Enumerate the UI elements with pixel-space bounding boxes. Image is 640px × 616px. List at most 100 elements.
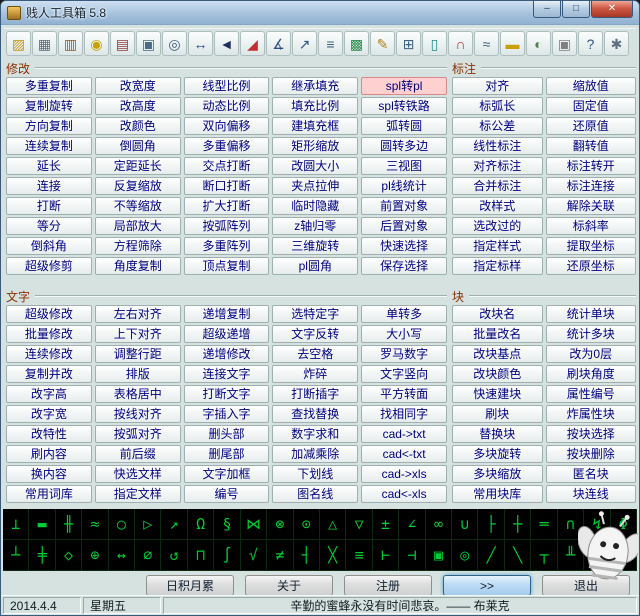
tool-button[interactable]: 改字高 <box>6 385 92 403</box>
tool-button[interactable]: 不等缩放 <box>94 197 181 215</box>
toolbar-button[interactable]: ▩ <box>344 31 369 56</box>
cad-symbol[interactable]: Φ <box>610 509 637 540</box>
tool-button[interactable]: 前后缀 <box>94 445 181 463</box>
cad-symbol[interactable]: ╲ <box>504 540 532 571</box>
tool-button[interactable]: 递增复制 <box>183 305 270 323</box>
tool-button[interactable]: 打断 <box>6 197 92 215</box>
tool-button[interactable]: 文字竖向 <box>361 365 447 383</box>
cad-symbol[interactable]: ∩ <box>557 509 585 540</box>
tool-button[interactable]: 改块名 <box>452 305 543 323</box>
tool-button[interactable]: 单转多 <box>361 305 447 323</box>
toolbar-button[interactable]: ▦ <box>32 31 57 56</box>
tool-button[interactable]: 填充比例 <box>272 97 359 115</box>
toolbar-button[interactable]: ▨ <box>6 31 31 56</box>
tool-button[interactable]: 批量修改 <box>6 325 92 343</box>
tool-button[interactable]: 反复缩放 <box>94 177 181 195</box>
toolbar-button[interactable]: ◄ <box>214 31 239 56</box>
tool-button[interactable]: 顶点复制 <box>183 257 270 275</box>
tool-button[interactable]: 罗马数字 <box>361 345 447 363</box>
tool-button[interactable]: 断口打断 <box>183 177 270 195</box>
toolbar-button[interactable]: ▣ <box>136 31 161 56</box>
tool-button[interactable]: 动态比例 <box>183 97 270 115</box>
toolbar-button[interactable]: ◎ <box>162 31 187 56</box>
cad-symbol[interactable]: ┼ <box>504 509 532 540</box>
tool-button[interactable]: 超级修改 <box>6 305 92 323</box>
tool-button[interactable]: 文字反转 <box>272 325 359 343</box>
cad-symbol[interactable]: ↗ <box>161 509 188 540</box>
close-button[interactable]: ✕ <box>591 1 633 18</box>
cad-symbol[interactable]: ═ <box>531 509 558 540</box>
toolbar-button[interactable]: ▥ <box>58 31 83 56</box>
tool-button[interactable]: 多重阵列 <box>183 237 270 255</box>
tool-button[interactable]: pl线统计 <box>361 177 447 195</box>
tool-button[interactable]: 矩形缩放 <box>272 137 359 155</box>
tool-button[interactable]: 改高度 <box>94 97 181 115</box>
tool-button[interactable]: 批量改名 <box>452 325 543 343</box>
tool-button[interactable]: 统计多块 <box>545 325 636 343</box>
register-button[interactable]: 注册 <box>344 575 432 596</box>
cad-symbol[interactable]: ┤ <box>293 540 320 571</box>
tool-button[interactable]: spl转pl <box>361 77 447 95</box>
tool-button[interactable]: 多重复制 <box>6 77 92 95</box>
cad-symbol[interactable]: ⊙ <box>293 509 320 540</box>
toolbar-button[interactable]: ✱ <box>604 31 629 56</box>
tool-button[interactable]: 匿名块 <box>545 465 636 483</box>
tool-button[interactable]: 炸属性块 <box>545 405 636 423</box>
tool-button[interactable]: 打断插字 <box>272 385 359 403</box>
tool-button[interactable]: 选特定字 <box>272 305 359 323</box>
toolbar-button[interactable]: ◢ <box>240 31 265 56</box>
tool-button[interactable]: 后置对象 <box>361 217 447 235</box>
cad-symbol[interactable]: ± <box>372 509 400 540</box>
tool-button[interactable]: 夹点拉伸 <box>272 177 359 195</box>
cad-symbol[interactable]: ╫ <box>55 509 83 540</box>
tool-button[interactable]: 平方转面 <box>361 385 447 403</box>
tool-button[interactable]: 建填充框 <box>272 117 359 135</box>
expand-button[interactable]: >> <box>443 575 531 596</box>
tool-button[interactable]: 查找替换 <box>272 405 359 423</box>
tool-button[interactable]: 按线对齐 <box>94 405 181 423</box>
tool-button[interactable]: 左右对齐 <box>94 305 181 323</box>
cad-symbol[interactable]: ω <box>584 540 611 571</box>
cad-symbol[interactable]: ≡ <box>346 540 373 571</box>
tool-button[interactable]: 对齐 <box>452 77 543 95</box>
cad-symbol[interactable]: ∼ <box>610 540 637 571</box>
cad-symbol[interactable]: ▽ <box>346 509 373 540</box>
tool-button[interactable]: 块连线 <box>545 485 636 503</box>
cad-symbol[interactable]: ≠ <box>267 540 294 571</box>
toolbar-button[interactable]: ∩ <box>448 31 473 56</box>
cad-symbol[interactable]: ▬ <box>29 509 56 540</box>
toolbar-button[interactable]: ↔ <box>188 31 213 56</box>
tool-button[interactable]: 图名线 <box>272 485 359 503</box>
cad-symbol[interactable]: ╨ <box>557 540 585 571</box>
cad-symbol[interactable]: ∫ <box>214 540 241 571</box>
tool-button[interactable]: pl圆角 <box>272 257 359 275</box>
tool-button[interactable]: 按弧阵列 <box>183 217 270 235</box>
tool-button[interactable]: 字插入字 <box>183 405 270 423</box>
tool-button[interactable]: 改颜色 <box>94 117 181 135</box>
tool-button[interactable]: 扩大打断 <box>183 197 270 215</box>
tool-button[interactable]: cad<-txt <box>361 445 447 463</box>
tool-button[interactable]: 快选文样 <box>94 465 181 483</box>
tool-button[interactable]: 数字求和 <box>272 425 359 443</box>
tool-button[interactable]: 固定值 <box>545 97 636 115</box>
toolbar-button[interactable]: ✎ <box>370 31 395 56</box>
toolbar-button[interactable]: ⊞ <box>396 31 421 56</box>
cad-symbol[interactable]: ⊣ <box>399 540 426 571</box>
tool-button[interactable]: 标注连接 <box>545 177 636 195</box>
cad-symbol[interactable]: ╱ <box>478 540 505 571</box>
tool-button[interactable]: 圆转多边 <box>361 137 447 155</box>
tool-button[interactable]: 多重偏移 <box>183 137 270 155</box>
tool-button[interactable]: 改字宽 <box>6 405 92 423</box>
tool-button[interactable]: 去空格 <box>272 345 359 363</box>
cad-symbol[interactable]: ▷ <box>135 509 162 540</box>
cad-symbol[interactable]: § <box>214 509 241 540</box>
tool-button[interactable]: 多块缩放 <box>452 465 543 483</box>
toolbar-button[interactable]: ▯ <box>422 31 447 56</box>
tool-button[interactable]: 属性编号 <box>545 385 636 403</box>
tool-button[interactable]: 按弧对齐 <box>94 425 181 443</box>
tool-button[interactable]: 删尾部 <box>183 445 270 463</box>
tool-button[interactable]: 加减乘除 <box>272 445 359 463</box>
tool-button[interactable]: 标斜率 <box>545 217 636 235</box>
tool-button[interactable]: 超级修剪 <box>6 257 92 275</box>
tool-button[interactable]: 提取坐标 <box>545 237 636 255</box>
